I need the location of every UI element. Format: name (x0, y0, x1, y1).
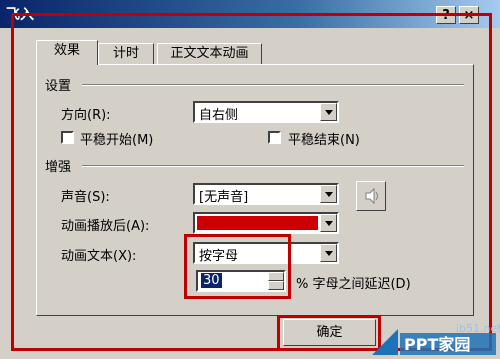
direction-label: 方向(R): (61, 108, 111, 123)
watermark-text: PPT家园 (404, 335, 471, 354)
smooth-end-checkbox[interactable] (268, 131, 281, 144)
animate-text-highlight (184, 234, 291, 299)
ok-button-highlight (277, 315, 381, 351)
enhance-group-label: 增强 (45, 160, 72, 175)
sound-preview-button[interactable] (356, 181, 386, 211)
sound-label: 声音(S): (61, 190, 110, 205)
settings-divider (82, 84, 464, 86)
after-animation-color-swatch (197, 216, 318, 230)
chevron-down-icon[interactable] (320, 103, 337, 121)
chevron-down-icon[interactable] (320, 244, 337, 262)
tab-timing[interactable]: 计时 (98, 43, 154, 65)
settings-group-label: 设置 (45, 79, 72, 94)
after-animation-label: 动画播放后(A): (61, 219, 150, 234)
smooth-end-label: 平稳结束(N) (288, 133, 360, 148)
enhance-divider (82, 165, 464, 167)
direction-dropdown[interactable]: 自右侧 (193, 101, 339, 123)
sound-value: [无声音] (199, 190, 249, 205)
chevron-down-icon[interactable] (320, 185, 337, 203)
smooth-start-label: 平稳开始(M) (80, 133, 154, 148)
animate-text-label: 动画文本(X): (61, 249, 137, 264)
chevron-down-icon[interactable] (320, 214, 337, 232)
tab-text-animation[interactable]: 正文文本动画 (157, 43, 262, 65)
speaker-icon (365, 187, 378, 205)
delay-suffix-label: % 字母之间延迟(D) (296, 277, 411, 292)
ppt-logo: PPT家园 (372, 325, 496, 355)
direction-value: 自右侧 (199, 108, 239, 123)
smooth-start-checkbox[interactable] (61, 131, 74, 144)
after-animation-dropdown[interactable] (193, 212, 339, 234)
tab-effect[interactable]: 效果 (36, 40, 98, 65)
sound-dropdown[interactable]: [无声音] (193, 183, 339, 205)
